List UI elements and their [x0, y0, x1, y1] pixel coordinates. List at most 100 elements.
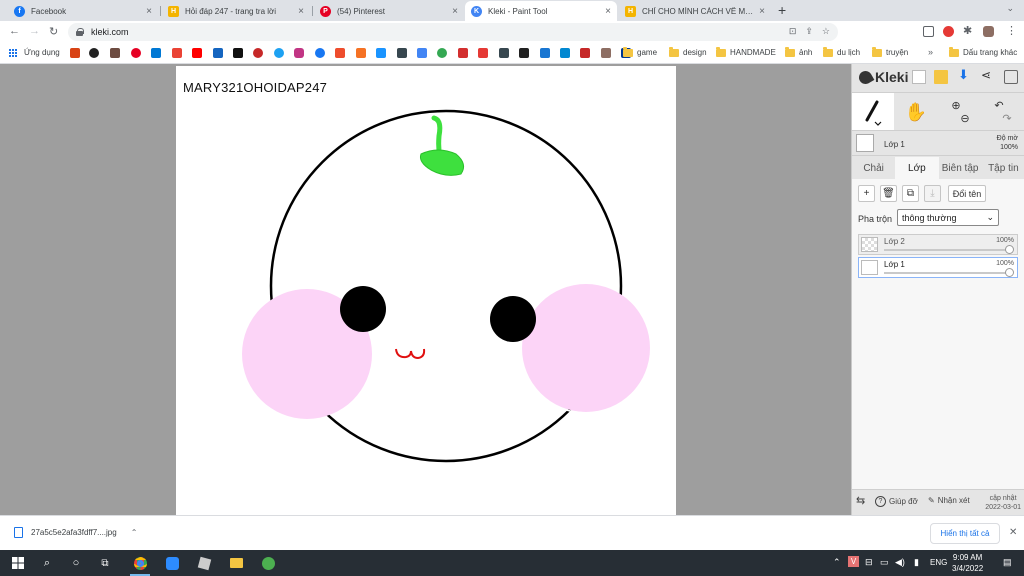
tab-kleki[interactable]: K Kleki - Paint Tool ×: [465, 1, 617, 21]
bookmark-folder-design[interactable]: design: [683, 48, 707, 57]
dark-bookmark-icon[interactable]: [89, 48, 99, 58]
share-icon[interactable]: ⇪: [805, 26, 813, 37]
facebook-bookmark-icon[interactable]: [315, 48, 325, 58]
tab-close-icon[interactable]: ×: [298, 6, 304, 17]
lock-icon[interactable]: [76, 28, 84, 36]
help-button[interactable]: ? Giúp đỡ: [875, 496, 918, 507]
cloud-bookmark-icon[interactable]: [253, 48, 263, 58]
merge-layer-button[interactable]: ⤓: [924, 185, 941, 202]
changelog-button[interactable]: cập nhật 2022-03-01: [985, 494, 1021, 512]
tab-pinterest[interactable]: P (54) Pinterest ×: [314, 1, 464, 21]
feedback-button[interactable]: ✎ Nhận xét: [928, 496, 970, 505]
bookmark-apps[interactable]: Ứng dụng: [24, 48, 60, 57]
mt-bookmark-icon[interactable]: [519, 48, 529, 58]
tab-layers[interactable]: Lớp: [895, 157, 939, 179]
s2-bookmark-icon[interactable]: [540, 48, 550, 58]
notifications-icon[interactable]: ▤: [1003, 557, 1012, 568]
gmail-bookmark-icon[interactable]: [172, 48, 182, 58]
tray-volume-icon[interactable]: ◀): [895, 557, 905, 568]
tray-battery-icon[interactable]: ▮: [914, 557, 919, 568]
tab-close-icon[interactable]: ×: [146, 6, 152, 17]
layer-opacity-slider[interactable]: [884, 245, 1014, 254]
blend-mode-select[interactable]: thông thường ⌄: [897, 209, 999, 226]
settings-icon[interactable]: [1004, 70, 1018, 84]
layer-opacity-slider[interactable]: [884, 268, 1014, 277]
rename-layer-button[interactable]: Đổi tên: [948, 185, 986, 202]
tab-search-icon[interactable]: ⌄: [1006, 3, 1014, 14]
kleki-logo[interactable]: Kleki: [856, 68, 908, 86]
apps-grid-icon[interactable]: [8, 48, 17, 57]
zoom-tool-button[interactable]: ⊕ ⊖: [940, 93, 980, 131]
profile-avatar[interactable]: [983, 26, 994, 37]
layer-item-2[interactable]: Lớp 2 100%: [858, 234, 1018, 255]
bookmark-star-icon[interactable]: ☆: [822, 26, 830, 37]
ot-bookmark-icon[interactable]: [478, 48, 488, 58]
new-image-icon[interactable]: [912, 70, 926, 84]
zoom-in-icon[interactable]: ⊕: [951, 99, 960, 112]
outlook-bookmark-icon[interactable]: [151, 48, 161, 58]
task-view-button[interactable]: ⧉: [92, 550, 118, 576]
camera-bookmark-icon[interactable]: [213, 48, 223, 58]
tray-language[interactable]: ENG: [930, 558, 947, 567]
bookmark-folder-dulich[interactable]: du lịch: [837, 48, 860, 57]
tray-overflow-icon[interactable]: ⌃: [833, 557, 841, 568]
news-bookmark-icon[interactable]: [499, 48, 509, 58]
slider-handle[interactable]: [1005, 245, 1014, 254]
youtube-bookmark-icon[interactable]: [192, 48, 202, 58]
bookmark-folder-anh[interactable]: ảnh: [799, 48, 812, 57]
slider-handle[interactable]: [1005, 268, 1014, 277]
tab-chi-cho-minh[interactable]: H CHỈ CHO MÌNH CÁCH VẼ MẦM Đ ×: [619, 1, 771, 21]
pinterest-bookmark-icon[interactable]: [131, 48, 141, 58]
tray-v-icon[interactable]: V: [848, 556, 859, 567]
cortana-button[interactable]: ○: [63, 550, 89, 576]
install-icon[interactable]: ⊡: [789, 26, 797, 37]
taskbar-clock[interactable]: 9:09 AM 3/4/2022: [952, 552, 983, 574]
open-folder-icon[interactable]: [934, 70, 948, 84]
chevron-up-icon[interactable]: ⌃: [131, 528, 138, 537]
extension-abp-icon[interactable]: [943, 26, 954, 37]
shop-bookmark-icon[interactable]: [335, 48, 345, 58]
taskbar-chrome[interactable]: [126, 550, 154, 576]
taskbar-app-green[interactable]: [254, 550, 282, 576]
instagram-bookmark-icon[interactable]: [294, 48, 304, 58]
brush-tool-button[interactable]: [852, 93, 894, 131]
twitter-bookmark-icon[interactable]: [274, 48, 284, 58]
new-tab-button[interactable]: +: [778, 2, 786, 18]
reload-icon[interactable]: ↻: [49, 25, 58, 38]
redo-icon[interactable]: ↷: [1002, 112, 1011, 125]
hand-tool-button[interactable]: ✋: [896, 93, 936, 131]
red2-bookmark-icon[interactable]: [580, 48, 590, 58]
drawing-canvas[interactable]: MARY321OHOIDAP247: [176, 66, 676, 515]
tray-network-icon[interactable]: ⊟: [865, 557, 873, 568]
undo-redo-button[interactable]: ↶ ↷: [982, 93, 1022, 131]
menu-kebab-icon[interactable]: ⋮: [1006, 24, 1017, 37]
tiktok-bookmark-icon[interactable]: [233, 48, 243, 58]
extension-cast-icon[interactable]: [923, 26, 934, 37]
tab-close-icon[interactable]: ×: [759, 6, 765, 17]
start-button[interactable]: [5, 550, 31, 576]
show-all-downloads-button[interactable]: Hiển thị tất cả: [930, 523, 1000, 544]
bookmark-other[interactable]: Dấu trang khác: [963, 48, 1017, 57]
tab-file[interactable]: Tập tin: [982, 157, 1024, 179]
download-item[interactable]: 27a5c5e2afa3fdff7....jpg ⌃: [14, 527, 137, 538]
undo-icon[interactable]: ↶: [994, 99, 1003, 112]
maps-bookmark-icon[interactable]: [437, 48, 447, 58]
zoom-out-icon[interactable]: ⊖: [960, 112, 969, 125]
swap-side-icon[interactable]: ⇆: [856, 494, 865, 507]
bookmark-folder-game[interactable]: game: [637, 48, 657, 57]
taskbar-roblox[interactable]: [190, 550, 218, 576]
bookmark-folder-handmade[interactable]: HANDMADE: [730, 48, 776, 57]
duplicate-layer-button[interactable]: ⧉: [902, 185, 919, 202]
tray-monitor-icon[interactable]: ▭: [880, 557, 889, 568]
bookmarks-more-button[interactable]: »: [928, 47, 933, 57]
taskbar-zoom[interactable]: [158, 550, 186, 576]
layer-item-1[interactable]: Lớp 1 100%: [858, 257, 1018, 278]
mario-bookmark-icon[interactable]: [70, 48, 80, 58]
tab-close-icon[interactable]: ×: [452, 6, 458, 17]
search-button[interactable]: ⌕: [34, 550, 60, 576]
extensions-puzzle-icon[interactable]: ✱: [963, 24, 972, 37]
canvas-area[interactable]: MARY321OHOIDAP247: [0, 64, 851, 515]
game-bookmark-icon[interactable]: [110, 48, 120, 58]
bookmark-folder-truyen[interactable]: truyện: [886, 48, 908, 57]
add-layer-button[interactable]: +: [858, 185, 875, 202]
